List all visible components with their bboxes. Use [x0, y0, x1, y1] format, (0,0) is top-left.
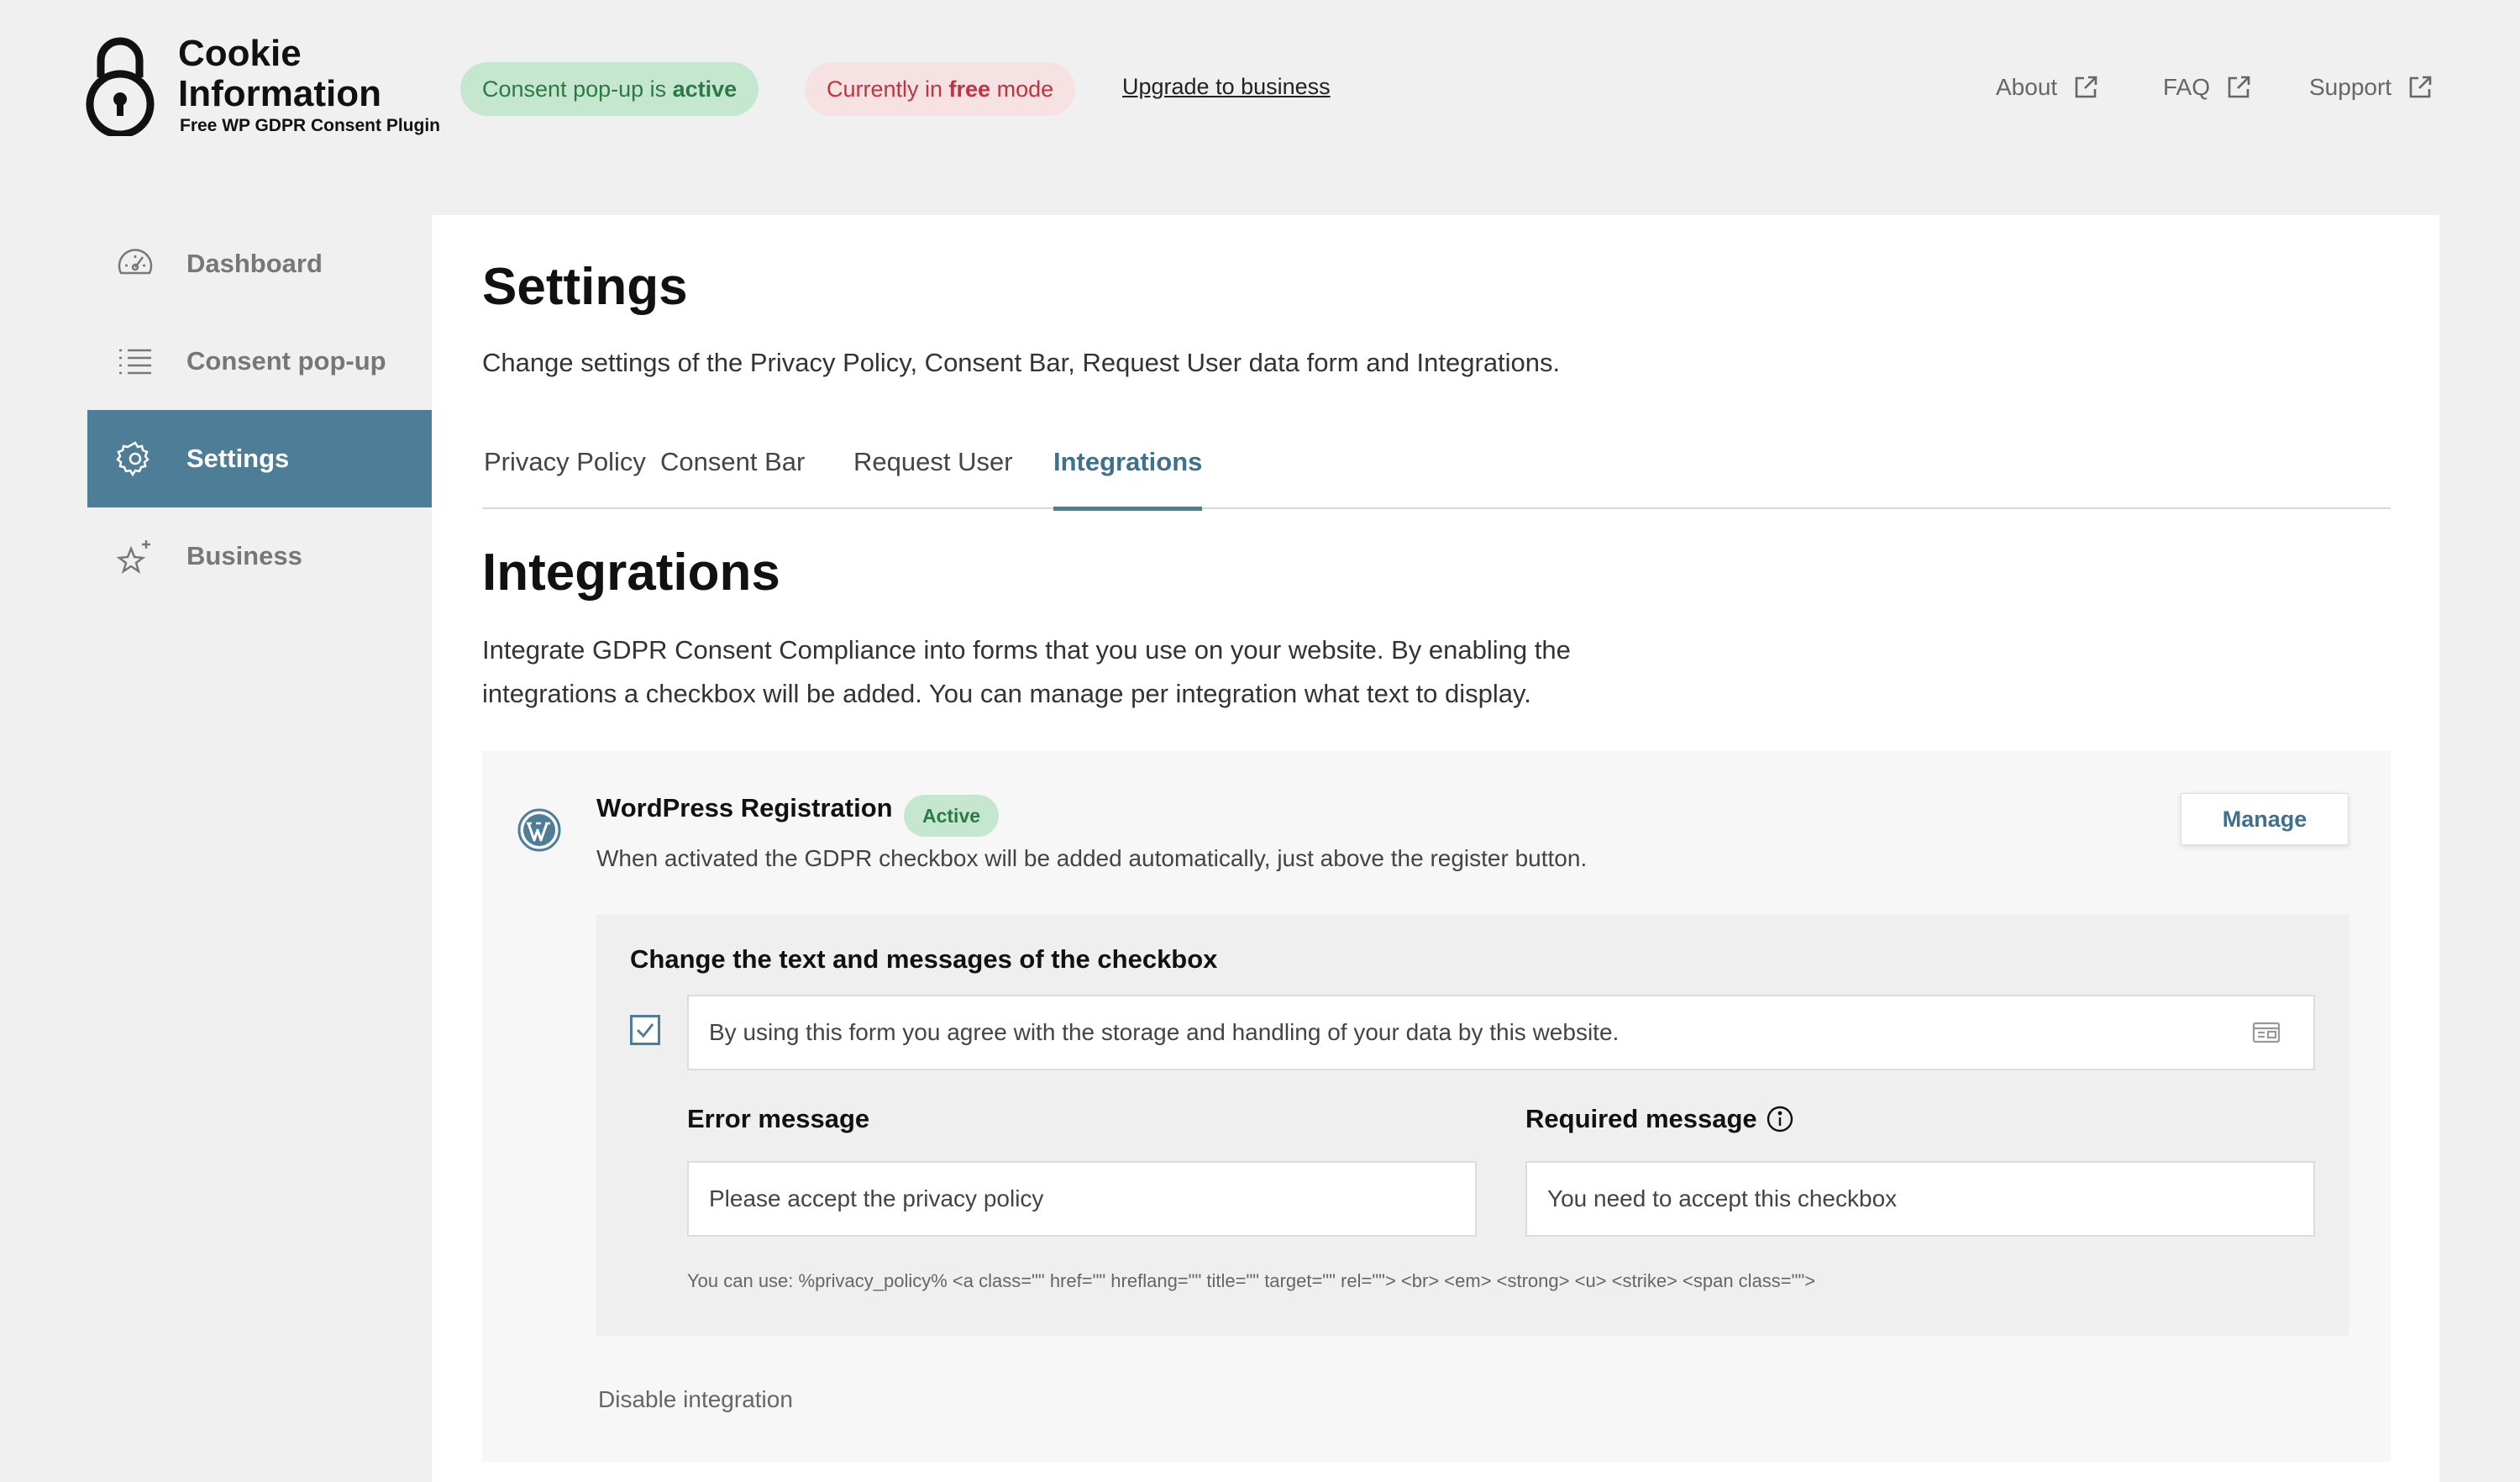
external-link-icon: [2075, 76, 2097, 98]
mode-prefix: Currently in: [827, 76, 949, 102]
tab-privacy-policy[interactable]: Privacy Policy: [484, 442, 646, 509]
sparkle-star-icon: [116, 540, 150, 574]
integration-status-badge: Active: [904, 795, 1000, 837]
page-description: Change settings of the Privacy Policy, C…: [482, 348, 1561, 377]
required-message-label-text: Required message: [1525, 1104, 1757, 1133]
sidebar-item-label: Business: [186, 541, 302, 570]
page-title: Settings: [482, 258, 688, 316]
sidebar-item-label: Consent pop-up: [186, 346, 386, 376]
upgrade-link[interactable]: Upgrade to business: [1122, 74, 1331, 100]
integration-description: When activated the GDPR checkbox will be…: [596, 845, 1588, 871]
consent-status-badge: Consent pop-up is active: [460, 62, 759, 116]
mode-status-badge: Currently in free mode: [805, 62, 1076, 116]
about-link[interactable]: About: [1996, 74, 2099, 101]
checkbox-settings-title: Change the text and messages of the chec…: [630, 944, 1218, 974]
settings-tabs: Privacy Policy Consent Bar Request User …: [482, 442, 2391, 511]
checkbox-text-value: By using this form you agree with the st…: [709, 1019, 1620, 1045]
tab-request-user[interactable]: Request User: [853, 442, 1013, 509]
mode-value: free: [948, 76, 991, 102]
required-message-value: You need to accept this checkbox: [1547, 1185, 1898, 1211]
consent-status-prefix: Consent pop-up is: [482, 76, 673, 102]
error-message-value: Please accept the privacy policy: [709, 1185, 1044, 1211]
field-card-icon: [2252, 1022, 2281, 1043]
consent-checkbox[interactable]: [630, 1015, 660, 1045]
support-link-label: Support: [2309, 74, 2392, 100]
tab-consent-bar[interactable]: Consent Bar: [660, 442, 805, 509]
faq-link-label: FAQ: [2163, 74, 2211, 100]
about-link-label: About: [1996, 74, 2058, 100]
brand-subtitle: Free WP GDPR Consent Plugin: [180, 116, 440, 135]
sidebar-item-consent-popup[interactable]: Consent pop-up: [87, 313, 449, 410]
external-link-icon: [2409, 76, 2432, 98]
external-link-icon: [2228, 76, 2250, 98]
integration-card: WordPress Registration Active When activ…: [482, 751, 2391, 1462]
wordpress-icon: [517, 808, 561, 852]
section-title: Integrations: [482, 544, 780, 602]
faq-link[interactable]: FAQ: [2163, 74, 2252, 101]
sidebar-item-dashboard[interactable]: Dashboard: [87, 215, 449, 313]
disable-integration-link[interactable]: Disable integration: [598, 1386, 793, 1413]
dashboard-icon: [118, 249, 153, 275]
checkbox-text-input[interactable]: By using this form you agree with the st…: [687, 995, 2315, 1070]
required-message-input[interactable]: You need to accept this checkbox: [1525, 1161, 2315, 1237]
info-icon[interactable]: [1766, 1105, 1794, 1133]
integration-name: WordPress Registration: [596, 793, 893, 822]
lock-icon: [86, 37, 155, 136]
checkmark-icon: [636, 1023, 654, 1038]
sidebar-item-label: Dashboard: [186, 249, 323, 278]
error-message-label: Error message: [687, 1104, 870, 1133]
manage-button[interactable]: Manage: [2181, 793, 2349, 845]
consent-status-value: active: [672, 76, 738, 102]
sidebar-item-label: Settings: [186, 444, 290, 473]
brand-title: Cookie Information: [178, 33, 381, 114]
support-link[interactable]: Support: [2309, 74, 2433, 101]
sidebar-item-business[interactable]: Business: [87, 507, 449, 605]
required-message-label: Required message: [1525, 1104, 1794, 1134]
allowed-tags-hint: You can use: %privacy_policy% <a class="…: [687, 1270, 1816, 1291]
section-description: Integrate GDPR Consent Compliance into f…: [482, 635, 1571, 708]
sidebar-item-settings[interactable]: Settings: [87, 410, 470, 507]
gear-icon: [116, 441, 150, 477]
list-icon: [119, 349, 151, 375]
main-panel: Settings Change settings of the Privacy …: [432, 215, 2439, 1482]
mode-suffix: mode: [990, 76, 1054, 102]
error-message-input[interactable]: Please accept the privacy policy: [687, 1161, 1477, 1237]
checkbox-settings-panel: Change the text and messages of the chec…: [596, 914, 2349, 1336]
tab-integrations[interactable]: Integrations: [1053, 442, 1203, 511]
brand-logo[interactable]: Cookie Information Free WP GDPR Consent …: [84, 32, 454, 150]
